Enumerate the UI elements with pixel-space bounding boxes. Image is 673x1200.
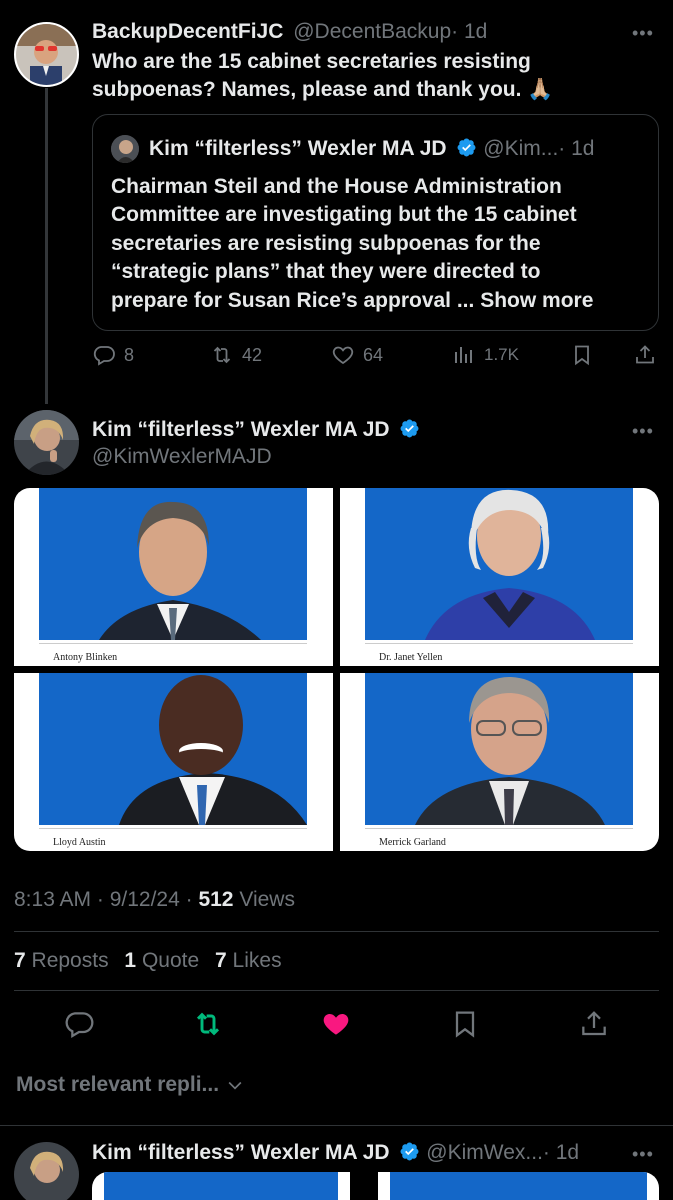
tweet-timestamp: 8:13 AM · 9/12/24 · 512 Views: [14, 888, 295, 912]
quoted-text-line: “strategic plans” that they were directe…: [111, 260, 541, 284]
replies-sort-dropdown[interactable]: Most relevant repli...: [16, 1073, 245, 1097]
main-tweet-header: Kim “filterless” Wexler MA JD: [92, 418, 420, 442]
repost-icon[interactable]: [192, 1008, 224, 1040]
reply-tweet-header: BackupDecentFiJC @DecentBackup· 1d: [92, 20, 487, 44]
photo-caption: Merrick Garland: [379, 837, 446, 848]
quotes-label: Quote: [141, 949, 200, 972]
photo-caption: Antony Blinken: [53, 652, 118, 663]
quoted-text-line: Chairman Steil and the House Administrat…: [111, 175, 562, 198]
reposts-stat[interactable]: 7 Reposts: [14, 949, 109, 972]
quoted-time: · 1d: [558, 137, 595, 160]
repost-count: 42: [242, 344, 263, 365]
verified-badge-icon: [400, 419, 419, 438]
timestamp-text[interactable]: 8:13 AM · 9/12/24 ·: [14, 888, 198, 911]
quoted-text: Chairman Steil and the House Administrat…: [111, 173, 651, 315]
next-reply-media[interactable]: [92, 1172, 659, 1200]
divider: [0, 1125, 673, 1126]
main-author-handle[interactable]: @KimWexlerMAJD: [92, 445, 272, 469]
bookmark-action[interactable]: [570, 343, 594, 367]
reply-text-line: subpoenas? Names, please and thank you. …: [92, 78, 554, 101]
quotes-count: 1: [124, 949, 137, 972]
heart-filled-icon[interactable]: [320, 1008, 352, 1040]
reply-count: 8: [124, 344, 135, 365]
reply-icon[interactable]: [63, 1008, 95, 1040]
more-horizontal-icon[interactable]: •••: [632, 1145, 654, 1163]
thread-line: [45, 88, 48, 404]
quotes-stat[interactable]: 1 Quote: [124, 949, 199, 972]
reply-tweet-text: Who are the 15 cabinet secretaries resis…: [92, 48, 553, 104]
bookmark-icon: [575, 345, 589, 366]
quoted-tweet[interactable]: Kim “filterless” Wexler MA JD @Kim...· 1…: [92, 114, 659, 331]
photo-grid[interactable]: Antony Blinken Dr. Janet Yellen Lloyd Au…: [14, 488, 659, 851]
photo-austin[interactable]: Lloyd Austin: [14, 673, 333, 851]
chevron-down-icon: [228, 1081, 242, 1090]
quoted-header: Kim “filterless” Wexler MA JD @Kim...· 1…: [149, 137, 594, 161]
portrait-image: [99, 501, 261, 640]
views-count: 1.7K: [484, 345, 519, 364]
likes-stat[interactable]: 7 Likes: [215, 949, 282, 972]
share-icon[interactable]: [578, 1008, 610, 1040]
views-label: Views: [233, 888, 295, 911]
reposts-count: 7: [14, 949, 26, 972]
quoted-author-handle: @Kim...: [483, 137, 559, 160]
avatar-backupdecent[interactable]: [14, 22, 79, 87]
likes-label: Likes: [232, 949, 282, 972]
next-reply-header: Kim “filterless” Wexler MA JD @KimWex...…: [92, 1141, 579, 1165]
bookmark-icon[interactable]: [449, 1008, 481, 1040]
avatar-image: [111, 135, 139, 163]
share-icon: [636, 345, 654, 364]
reply-action[interactable]: 8: [92, 343, 134, 367]
reply-icon: [93, 346, 115, 366]
main-author-name[interactable]: Kim “filterless” Wexler MA JD: [92, 418, 390, 441]
quoted-text-line: prepare for Susan Rice’s approval ...: [111, 288, 481, 312]
divider: [14, 931, 659, 932]
views-action[interactable]: 1.7K: [452, 343, 519, 367]
verified-badge-icon: [457, 138, 476, 157]
heart-icon: [332, 346, 354, 365]
photo-garland[interactable]: Merrick Garland: [340, 673, 659, 851]
quoted-text-line: Committee are investigating but the 15 c…: [111, 203, 577, 227]
reply-author-name[interactable]: BackupDecentFiJC: [92, 20, 283, 43]
avatar-image: [14, 1142, 79, 1200]
next-reply-handle[interactable]: @KimWex...: [426, 1141, 543, 1164]
replies-sort-label: Most relevant repli...: [16, 1073, 220, 1096]
reposts-label: Reposts: [31, 949, 109, 972]
photo-caption: Dr. Janet Yellen: [379, 652, 443, 663]
share-action[interactable]: [633, 343, 657, 367]
likes-count: 7: [215, 949, 227, 972]
analytics-icon: [455, 347, 472, 363]
avatar-kimwexler-reply[interactable]: [14, 1142, 79, 1200]
photo-caption: Lloyd Austin: [53, 837, 106, 848]
views-count: 512: [198, 888, 234, 911]
divider: [14, 990, 659, 991]
photo-blinken[interactable]: Antony Blinken: [14, 488, 333, 666]
avatar-image: [16, 24, 77, 85]
portrait-image: [415, 677, 605, 825]
engagement-stats: 7 Reposts 1 Quote 7 Likes: [14, 949, 282, 973]
photo-yellen[interactable]: Dr. Janet Yellen: [340, 488, 659, 666]
avatar-kimwexler[interactable]: [14, 410, 79, 475]
reply-time[interactable]: · 1d: [451, 20, 487, 43]
show-more-link[interactable]: Show more: [480, 289, 593, 312]
next-reply-author-name[interactable]: Kim “filterless” Wexler MA JD: [92, 1141, 390, 1164]
like-count: 64: [363, 344, 384, 365]
quoted-text-line: secretaries are resisting subpoenas for …: [111, 231, 541, 255]
repost-icon: [213, 346, 231, 364]
verified-badge-icon: [400, 1142, 419, 1161]
more-horizontal-icon[interactable]: •••: [632, 422, 654, 440]
quoted-avatar: [111, 135, 139, 163]
like-action[interactable]: 64: [331, 343, 383, 367]
reply-text-line: Who are the 15 cabinet secretaries resis…: [92, 50, 531, 73]
repost-action[interactable]: 42: [210, 343, 262, 367]
more-horizontal-icon[interactable]: •••: [632, 24, 654, 42]
quoted-author-name: Kim “filterless” Wexler MA JD: [149, 137, 447, 160]
portrait-image: [119, 675, 307, 825]
next-reply-time[interactable]: · 1d: [543, 1141, 579, 1164]
avatar-image: [14, 410, 79, 475]
reply-author-handle[interactable]: @DecentBackup: [293, 20, 451, 43]
portrait-image: [425, 489, 595, 640]
